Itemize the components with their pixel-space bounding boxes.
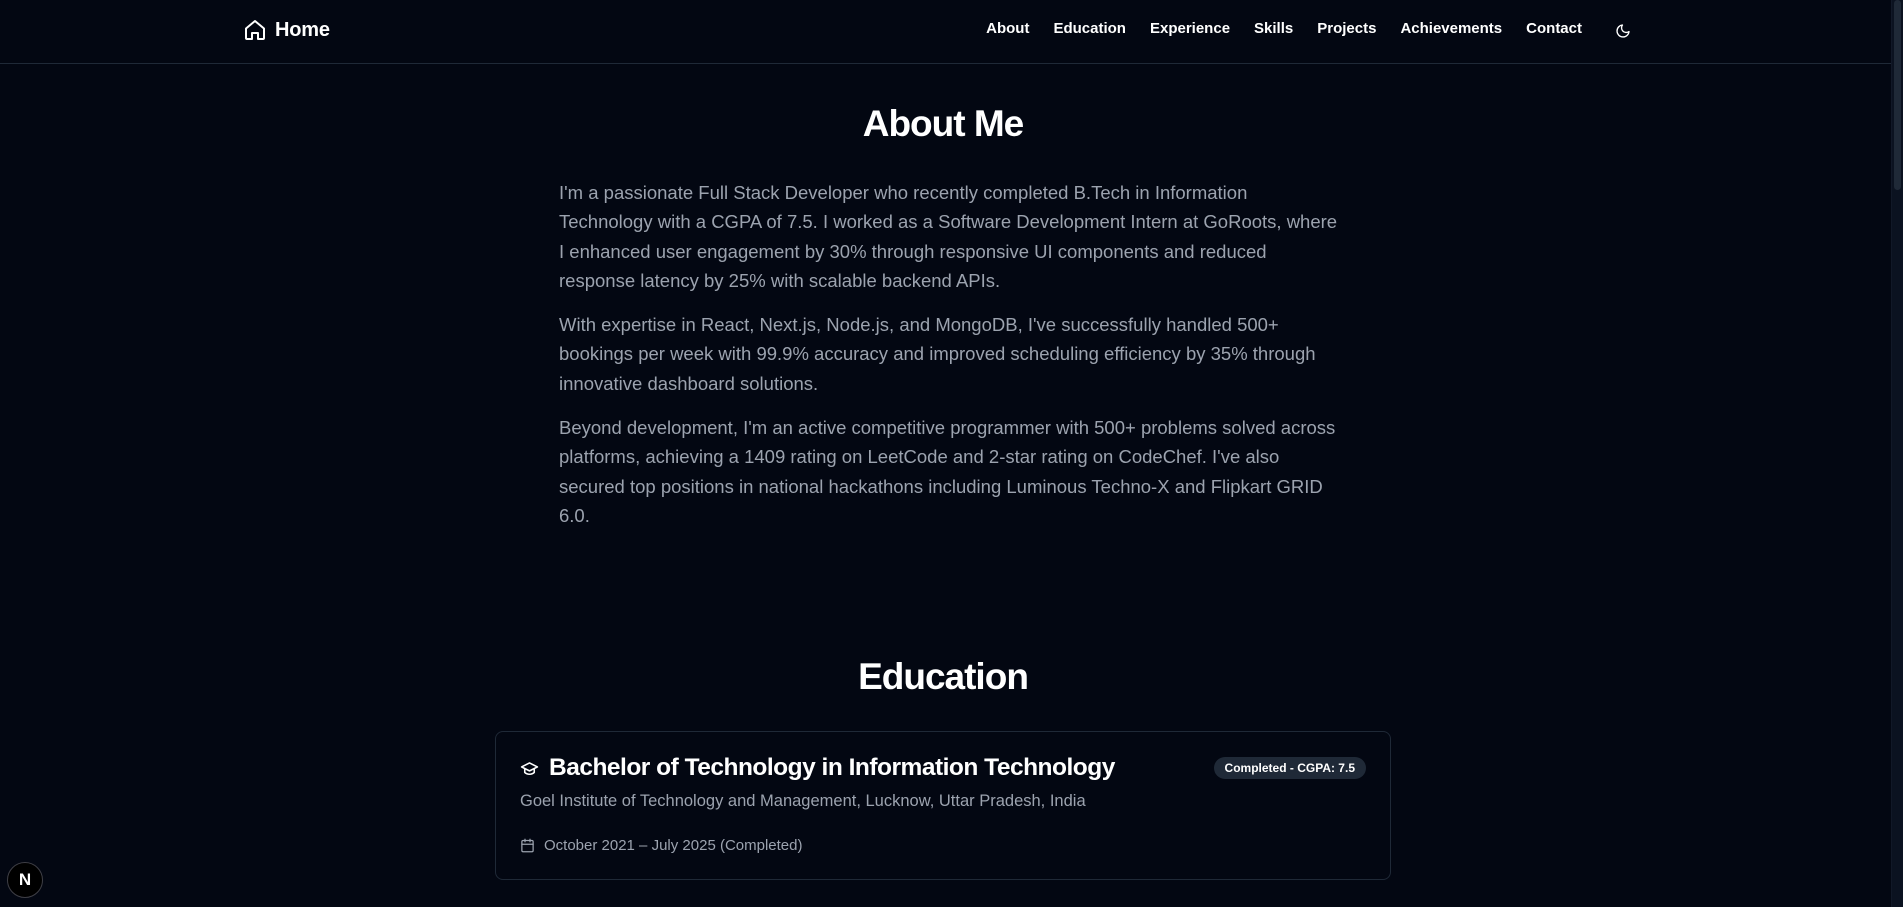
school-name: Goel Institute of Technology and Managem… [520,792,1086,810]
education-title: Education [858,656,1029,697]
about-paragraph: With expertise in React, Next.js, Node.j… [559,314,1316,394]
education-heading: Bachelor of Technology in Information Te… [520,754,1115,782]
calendar-icon [521,838,534,853]
about-paragraph: I'm a passionate Full Stack Developer wh… [559,182,1338,291]
nav-achievements[interactable]: Achievements [1400,20,1502,37]
nav-education[interactable]: Education [1053,20,1126,37]
nav-experience[interactable]: Experience [1150,20,1230,37]
home-icon [245,20,265,40]
nav-skills[interactable]: Skills [1254,20,1293,37]
nav-contact[interactable]: Contact [1526,20,1582,37]
nextjs-dev-indicator-button[interactable]: N [7,862,43,898]
degree-title: Bachelor of Technology in Information Te… [549,754,1115,781]
date-range: October 2021 – July 2025 (Completed) [544,837,803,854]
page-scrollbar[interactable] [1891,0,1903,907]
nav-about[interactable]: About [986,20,1029,37]
page: Home About Education Experience Skills P… [0,0,1903,907]
scrollbar-thumb[interactable] [1894,0,1901,190]
moon-icon [1616,24,1630,38]
theme-toggle-button[interactable] [1612,20,1634,42]
about-body: I'm a passionate Full Stack Developer wh… [559,178,1339,545]
education-card: Bachelor of Technology in Information Te… [495,731,1391,880]
site-header: Home About Education Experience Skills P… [0,0,1900,64]
status-badge: Completed - CGPA: 7.5 [1213,757,1366,779]
home-link[interactable]: Home [243,18,330,42]
about-title: About Me [862,103,1025,144]
main-nav: About Education Experience Skills Projec… [986,20,1582,37]
education-dates: October 2021 – July 2025 (Completed) [520,837,802,854]
home-label: Home [275,18,330,41]
nextjs-logo-icon: N [18,870,32,889]
nav-projects[interactable]: Projects [1317,20,1376,37]
graduation-cap-icon [520,761,539,775]
about-paragraph: Beyond development, I'm an active compet… [559,417,1336,526]
